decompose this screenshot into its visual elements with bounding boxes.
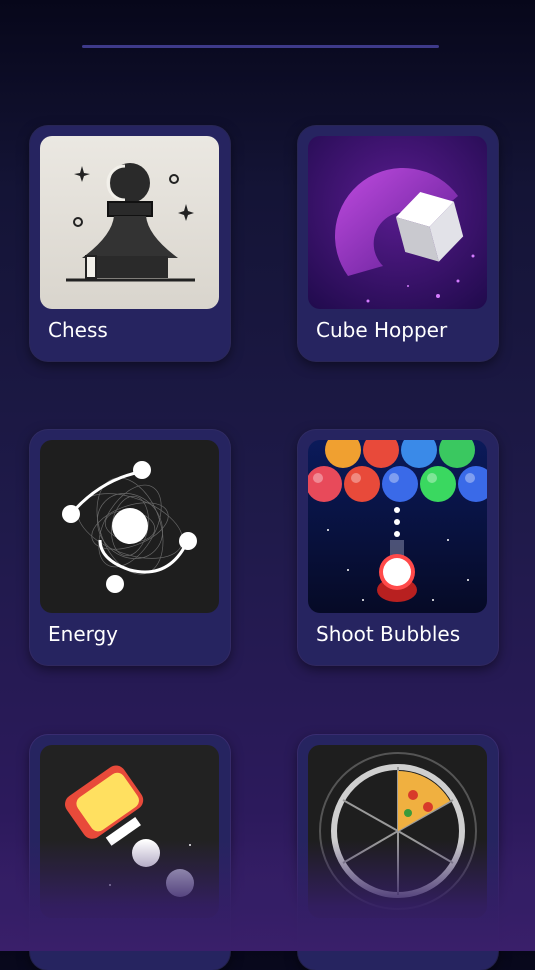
game-title: Energy [48, 622, 119, 646]
eraser-icon [40, 745, 219, 918]
shoot-bubbles-thumbnail [308, 440, 487, 613]
game-card-chess[interactable]: Chess [30, 126, 230, 361]
pizza-wheel-icon [308, 745, 487, 918]
cube-icon [308, 136, 487, 309]
game-card-6[interactable] [298, 735, 498, 970]
game-title: Shoot Bubbles [316, 622, 461, 646]
chess-thumbnail [40, 136, 219, 309]
game-5-thumbnail [40, 745, 219, 918]
drag-handle[interactable] [82, 45, 439, 48]
game-title: Cube Hopper [316, 318, 448, 342]
game-card-5[interactable] [30, 735, 230, 970]
orbit-icon [40, 440, 219, 613]
game-card-energy[interactable]: Energy [30, 430, 230, 665]
game-title: Chess [48, 318, 108, 342]
energy-thumbnail [40, 440, 219, 613]
chess-pawn-icon [40, 136, 219, 309]
game-card-cube-hopper[interactable]: Cube Hopper [298, 126, 498, 361]
cube-hopper-thumbnail [308, 136, 487, 309]
game-6-thumbnail [308, 745, 487, 918]
bubble-shooter-icon [308, 440, 487, 613]
game-card-shoot-bubbles[interactable]: Shoot Bubbles [298, 430, 498, 665]
